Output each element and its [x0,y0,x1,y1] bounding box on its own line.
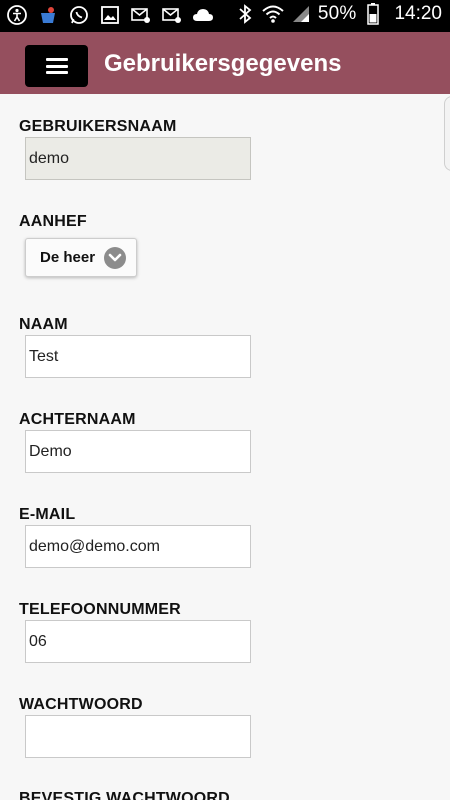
username-field: demo [25,137,251,180]
whatsapp-icon [68,4,90,26]
page-title: Gebruikersgegevens [104,50,342,77]
bluetooth-icon [234,3,256,25]
first-name-field[interactable]: Test [25,335,251,378]
first-name-value: Test [29,347,59,365]
app-bar: Gebruikersgegevens [0,32,450,94]
signal-icon [290,3,312,25]
salutation-label: AANHEF [19,213,87,230]
email-value: demo@demo.com [29,537,160,555]
first-name-label: NAAM [19,316,68,333]
username-label: GEBRUIKERSNAAM [19,118,177,135]
hamburger-menu-icon [45,58,68,74]
phone-field[interactable]: 06 [25,620,251,663]
status-time: 14:20 [394,3,442,24]
password-label: WACHTWOORD [19,696,143,713]
battery-percentage: 50% [317,3,357,24]
email-label: E-MAIL [19,506,76,523]
last-name-value: Demo [29,442,72,460]
last-name-label: ACHTERNAAM [19,411,136,428]
side-panel-handle[interactable] [444,96,450,171]
cloud-icon [192,4,214,26]
phone-value: 06 [29,632,47,650]
menu-button[interactable] [25,45,88,87]
battery-icon [362,3,384,25]
app-notification-icon [37,4,59,26]
confirm-password-label: BEVESTIG WACHTWOORD [19,790,230,800]
email-icon [161,4,183,26]
username-value: demo [29,149,70,167]
phone-label: TELEFOONNUMMER [19,601,181,618]
email-field[interactable]: demo@demo.com [25,525,251,568]
email-icon [130,4,152,26]
accessibility-icon [6,4,28,26]
status-bar: 50% 14:20 [0,0,450,32]
salutation-select[interactable]: De heer [25,238,137,277]
wifi-icon [262,3,284,25]
image-icon [99,4,121,26]
password-field[interactable] [25,715,251,758]
last-name-field[interactable]: Demo [25,430,251,473]
salutation-value: De heer [40,249,96,266]
chevron-down-icon [104,247,126,269]
